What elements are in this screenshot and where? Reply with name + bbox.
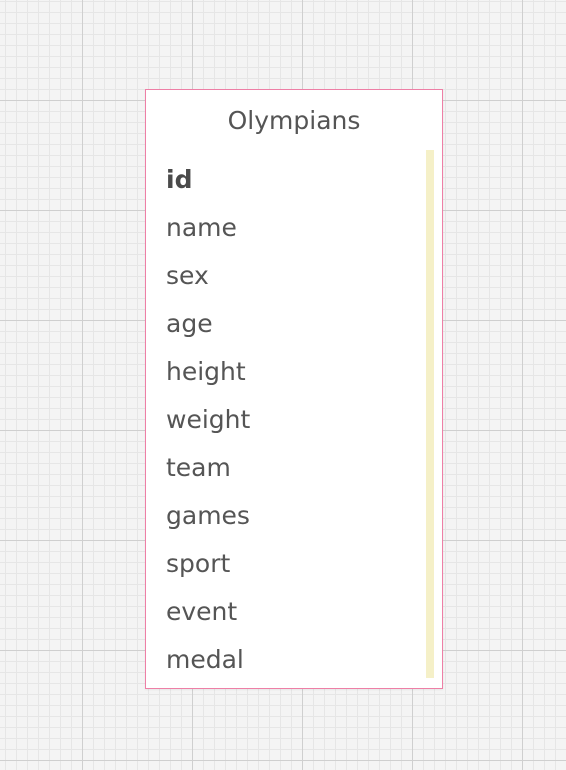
field-id[interactable]: id bbox=[166, 156, 250, 204]
field-age[interactable]: age bbox=[166, 300, 250, 348]
field-event[interactable]: event bbox=[166, 588, 250, 636]
field-weight[interactable]: weight bbox=[166, 396, 250, 444]
entity-title: Olympians bbox=[227, 106, 361, 135]
field-name[interactable]: name bbox=[166, 204, 250, 252]
field-height[interactable]: height bbox=[166, 348, 250, 396]
field-list-scrollbar[interactable] bbox=[426, 150, 434, 678]
field-team[interactable]: team bbox=[166, 444, 250, 492]
field-list: id name sex age height weight team games… bbox=[166, 156, 250, 684]
field-medal[interactable]: medal bbox=[166, 636, 250, 684]
field-sex[interactable]: sex bbox=[166, 252, 250, 300]
field-games[interactable]: games bbox=[166, 492, 250, 540]
diagram-canvas[interactable]: Olympians id name sex age height weight … bbox=[0, 0, 566, 770]
field-sport[interactable]: sport bbox=[166, 540, 250, 588]
entity-table-olympians[interactable]: Olympians id name sex age height weight … bbox=[145, 89, 443, 689]
